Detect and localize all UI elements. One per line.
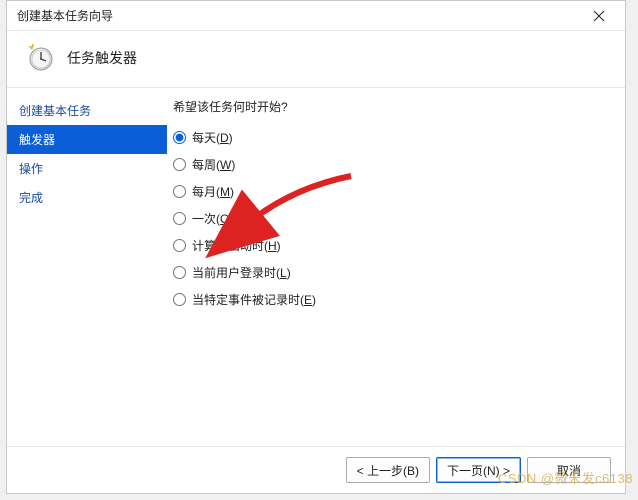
radio-daily-label: 每天(D): [192, 129, 233, 146]
trigger-option-logon[interactable]: 当前用户登录时(L): [173, 264, 611, 281]
radio-event-label: 当特定事件被记录时(E): [192, 291, 316, 308]
trigger-option-startup[interactable]: 计算机启动时(H): [173, 237, 611, 254]
radio-monthly-label: 每月(M): [192, 183, 234, 200]
radio-logon[interactable]: [173, 266, 186, 279]
trigger-prompt: 希望该任务何时开始?: [173, 98, 611, 115]
window-title: 创建基本任务向导: [17, 7, 579, 24]
title-bar: 创建基本任务向导: [7, 1, 625, 31]
sidebar-item-trigger[interactable]: 触发器: [7, 125, 167, 154]
dialog-header: 任务触发器: [7, 31, 625, 88]
sidebar-item-finish[interactable]: 完成: [7, 183, 167, 212]
trigger-option-monthly[interactable]: 每月(M): [173, 183, 611, 200]
close-icon: [593, 10, 605, 22]
radio-weekly[interactable]: [173, 158, 186, 171]
trigger-option-event[interactable]: 当特定事件被记录时(E): [173, 291, 611, 308]
page-title: 任务触发器: [67, 48, 137, 68]
trigger-option-once[interactable]: 一次(O): [173, 210, 611, 227]
trigger-option-daily[interactable]: 每天(D): [173, 129, 611, 146]
close-button[interactable]: [579, 3, 619, 29]
back-button[interactable]: < 上一步(B): [346, 457, 430, 483]
radio-once-label: 一次(O): [192, 210, 233, 227]
wizard-dialog: 创建基本任务向导: [6, 0, 626, 494]
radio-startup-label: 计算机启动时(H): [192, 237, 281, 254]
trigger-option-weekly[interactable]: 每周(W): [173, 156, 611, 173]
radio-startup[interactable]: [173, 239, 186, 252]
sidebar-item-create-basic-task[interactable]: 创建基本任务: [7, 96, 167, 125]
radio-once[interactable]: [173, 212, 186, 225]
radio-daily[interactable]: [173, 131, 186, 144]
radio-monthly[interactable]: [173, 185, 186, 198]
clock-icon: [25, 43, 55, 73]
radio-logon-label: 当前用户登录时(L): [192, 264, 291, 281]
radio-weekly-label: 每周(W): [192, 156, 235, 173]
dialog-footer: < 上一步(B) 下一页(N) > 取消 CSDN @微米发c6138: [7, 446, 625, 493]
cancel-button[interactable]: 取消: [527, 457, 611, 483]
dialog-body: 创建基本任务 触发器 操作 完成 希望该任务何时开始? 每天(D) 每周(W) …: [7, 88, 625, 446]
wizard-steps-sidebar: 创建基本任务 触发器 操作 完成: [7, 88, 167, 446]
content-panel: 希望该任务何时开始? 每天(D) 每周(W) 每月(M) 一次(O) 计算机启动…: [167, 88, 625, 446]
sidebar-item-action[interactable]: 操作: [7, 154, 167, 183]
radio-event[interactable]: [173, 293, 186, 306]
next-button[interactable]: 下一页(N) >: [436, 457, 521, 483]
